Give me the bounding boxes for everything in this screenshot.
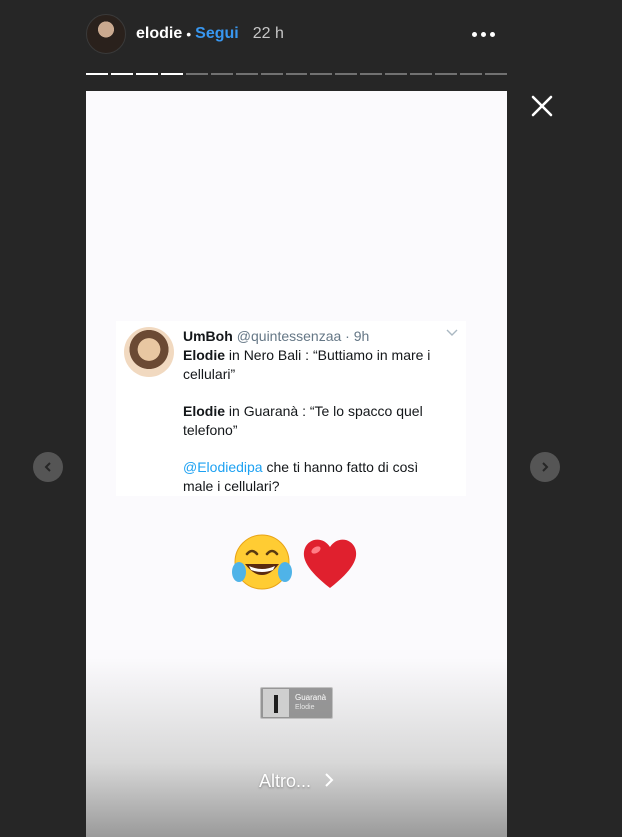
tweet-screenshot: UmBoh @quintessenzaa · 9h Elodie in Nero… [116, 321, 466, 496]
tweet-author-name: UmBoh [183, 328, 233, 344]
progress-segment [460, 73, 482, 75]
tweet-line: cellulari” [183, 365, 458, 383]
red-heart-emoji [303, 539, 357, 588]
progress-segment [385, 73, 408, 75]
story-content[interactable]: UmBoh @quintessenzaa · 9h Elodie in Nero… [86, 91, 507, 837]
progress-segment [335, 73, 358, 75]
album-cover [263, 689, 289, 717]
see-more-label: Altro... [258, 771, 311, 791]
music-artist: Elodie [295, 704, 315, 711]
tweet-text: male i cellulari? [183, 478, 280, 494]
username[interactable]: elodie [136, 25, 182, 43]
chevron-right-icon[interactable] [530, 452, 560, 482]
see-more-link[interactable]: Altro... [86, 771, 507, 792]
music-title: Guaranà [295, 693, 327, 702]
progress-segment [410, 73, 433, 75]
follow-button[interactable]: Segui [195, 25, 239, 43]
more-options-icon[interactable] [472, 31, 495, 37]
tweet-bold: Elodie [183, 403, 226, 419]
timestamp: 22 h [252, 25, 284, 42]
progress-segment [260, 73, 283, 75]
tweet-text: cellulari” [183, 366, 236, 382]
progress-segment [435, 73, 458, 75]
story-progress-bar [86, 73, 507, 75]
progress-segment [160, 73, 183, 75]
tweet-line: Elodie in Nero Bali : “Buttiamo in mare … [183, 346, 458, 364]
progress-segment [110, 73, 133, 75]
tweet-line: Elodie in Guaranà : “Te lo spacco quel [183, 402, 458, 420]
story-header: elodie • Segui 22 h [86, 14, 507, 54]
face-with-tears-of-joy-emoji [232, 534, 292, 590]
tweet-handle: @quintessenzaa · 9h [236, 328, 370, 344]
tweet-mention: @Elodiedipa [183, 459, 263, 475]
tweet-text: che ti hanno fatto di così [262, 459, 419, 475]
separator-dot: • [186, 26, 192, 42]
tweet-line: telefono” [183, 421, 458, 439]
progress-segment [360, 73, 383, 75]
progress-segment [185, 73, 208, 75]
progress-segment [210, 73, 233, 75]
tweet-line: @Elodiedipa che ti hanno fatto di così [183, 458, 458, 476]
progress-segment [86, 73, 108, 75]
progress-segment [135, 73, 158, 75]
tweet-line: male i cellulari? [183, 477, 458, 495]
chevron-right-icon [325, 773, 334, 787]
tweet-text: in Nero Bali : “Buttiamo in mare i [225, 347, 431, 363]
close-icon[interactable] [530, 94, 554, 118]
chevron-left-icon[interactable] [33, 452, 63, 482]
progress-segment [310, 73, 333, 75]
emoji-sticker [231, 531, 361, 595]
progress-segment [235, 73, 258, 75]
tweet-text: in Guaranà : “Te lo spacco quel [225, 403, 423, 419]
tweet-bold: Elodie [183, 347, 226, 363]
progress-segment [485, 73, 507, 75]
music-sticker[interactable]: Guaranà Elodie [260, 687, 333, 719]
progress-segment [285, 73, 308, 75]
avatar[interactable] [86, 14, 126, 54]
tweet-avatar [124, 327, 174, 377]
tweet-text: telefono” [183, 422, 238, 438]
